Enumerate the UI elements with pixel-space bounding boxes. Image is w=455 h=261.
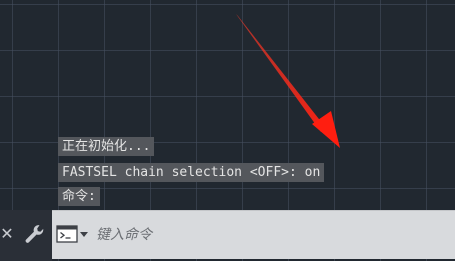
recent-commands-button[interactable] — [56, 225, 90, 245]
command-history-line: 命令: — [58, 187, 100, 206]
customize-button[interactable] — [21, 222, 47, 246]
command-line-bar — [52, 210, 455, 259]
triangle-down-icon — [80, 232, 88, 237]
command-history-line: FASTSEL chain selection <OFF>: on — [58, 163, 325, 182]
command-input[interactable] — [96, 221, 436, 249]
close-icon: ✕ — [0, 224, 14, 243]
wrench-icon — [25, 225, 44, 243]
command-history-line: 正在初始化... — [58, 137, 155, 156]
close-button[interactable]: ✕ — [0, 224, 14, 244]
terminal-icon — [56, 225, 78, 243]
